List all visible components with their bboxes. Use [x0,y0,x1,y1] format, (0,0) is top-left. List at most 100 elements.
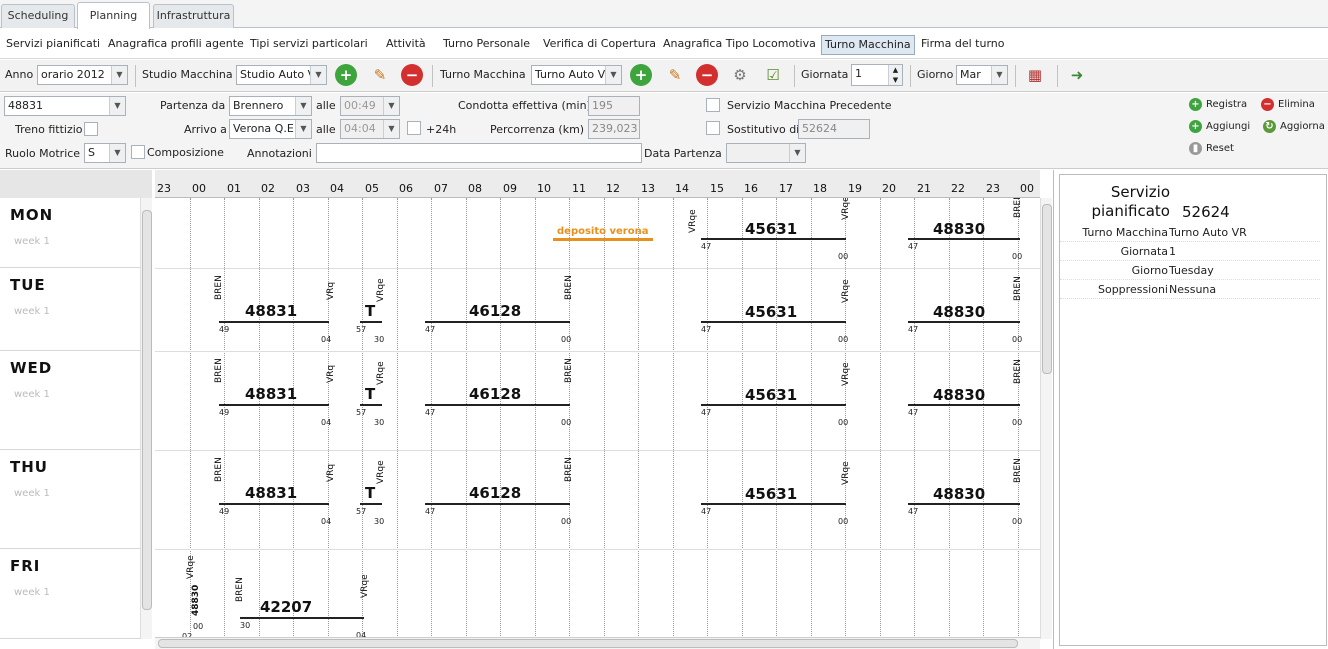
deposit-bar[interactable] [553,238,653,241]
composizione-checkbox[interactable] [131,145,145,159]
arrivo-select[interactable]: Verona Q.E ▼ [229,119,312,139]
tab-infrastruttura[interactable]: Infrastruttura [153,4,234,28]
giornata-spinner[interactable]: 1 ▲ ▼ [851,64,903,86]
menu-turno-personale[interactable]: Turno Personale [443,35,530,55]
menu-anagrafica-profili-agente[interactable]: Anagrafica profili agente [108,35,244,55]
train-bar[interactable] [219,321,329,323]
train-t[interactable]: T [365,385,375,403]
edit-turno-icon[interactable]: ✎ [664,64,686,86]
add-studio-icon[interactable]: + [335,64,357,86]
turno-select[interactable]: Turno Auto V ▼ [531,65,622,85]
menu-servizi-pianificati[interactable]: Servizi pianificati [6,35,100,55]
sostitutivo-field[interactable]: 52624 [798,119,870,139]
report-icon[interactable]: ▦ [1024,64,1046,86]
train-48830-vertical[interactable]: 48830 [191,585,201,616]
aggiorna-button[interactable]: ↻ Aggiorna [1263,118,1325,136]
train-form: 48831 ▼ Partenza da Brennero ▼ alle 00:49 ▼… [0,93,1328,169]
train-bar[interactable] [701,238,846,240]
elimina-button[interactable]: − Elimina [1261,96,1315,114]
scrollbar-thumb[interactable] [142,210,152,610]
edit-studio-icon[interactable]: ✎ [369,64,391,86]
delete-studio-icon[interactable]: − [401,64,423,86]
menu-anagrafica-tipo-locomotiva[interactable]: Anagrafica Tipo Locomotiva [663,35,816,55]
train-number-select[interactable]: 48831 ▼ [4,96,126,116]
train-45631[interactable]: 45631 [745,220,797,238]
data-partenza-select[interactable]: ▼ [726,143,806,163]
scrollbar-thumb[interactable] [158,639,1018,648]
add-turno-icon[interactable]: + [630,64,652,86]
gears-icon[interactable]: ⚙ [729,64,751,86]
train-bar[interactable] [908,404,1020,406]
percorrenza-field[interactable]: 239,023 [588,119,640,139]
delete-turno-icon[interactable]: − [696,64,718,86]
train-48830[interactable]: 48830 [933,220,985,238]
fittizio-checkbox[interactable] [84,122,98,136]
smp-checkbox[interactable] [706,98,720,112]
train-bar[interactable] [360,503,382,505]
grid-scrollbar[interactable] [1040,198,1052,639]
menu-firma-turno[interactable]: Firma del turno [921,35,1004,55]
day-name: MON [10,206,54,224]
train-t[interactable]: T [365,302,375,320]
add-icon: + [1189,97,1202,111]
train-bar[interactable] [219,503,329,505]
train-45631[interactable]: 45631 [745,386,797,404]
train-bar[interactable] [240,617,364,619]
train-48831[interactable]: 48831 [245,484,297,502]
train-bar[interactable] [360,404,382,406]
train-bar[interactable] [425,321,570,323]
day-scrollbar[interactable] [140,198,152,639]
train-bar[interactable] [219,404,329,406]
partenza-time-select[interactable]: 00:49 ▼ [340,96,400,116]
train-bar[interactable] [908,238,1020,240]
train-46128[interactable]: 46128 [469,484,521,502]
registra-label: Registra [1206,99,1248,110]
train-bar[interactable] [701,404,846,406]
train-46128[interactable]: 46128 [469,302,521,320]
anno-select[interactable]: orario 2012 ▼ [37,65,128,85]
registra-button[interactable]: + Registra [1189,96,1247,114]
hour-label: 00 [1020,182,1034,195]
arrivo-time-select[interactable]: 04:04 ▼ [340,119,400,139]
train-bar[interactable] [425,503,570,505]
train-48831[interactable]: 48831 [245,302,297,320]
partenza-select[interactable]: Brennero ▼ [229,96,312,116]
train-48830[interactable]: 48830 [933,303,985,321]
train-45631[interactable]: 45631 [745,485,797,503]
spinner-arrows-icon[interactable]: ▲ ▼ [888,65,902,85]
train-48831[interactable]: 48831 [245,385,297,403]
train-48830[interactable]: 48830 [933,386,985,404]
tab-planning[interactable]: Planning [77,2,150,29]
annotazioni-input[interactable] [316,143,642,163]
menu-attivita[interactable]: Attività [386,35,426,55]
train-42207[interactable]: 42207 [260,598,312,616]
train-bar[interactable] [701,321,846,323]
studio-select[interactable]: Studio Auto V ▼ [236,65,327,85]
ruolo-select[interactable]: S ▼ [84,143,126,163]
aggiungi-button[interactable]: + Aggiungi [1189,118,1250,136]
reset-button[interactable]: ▮ Reset [1189,140,1234,158]
week-label: week 1 [14,236,50,247]
sostitutivo-checkbox[interactable] [706,121,720,135]
train-45631[interactable]: 45631 [745,303,797,321]
condotta-field[interactable]: 195 [588,96,640,116]
train-bar[interactable] [908,321,1020,323]
checklist-icon[interactable]: ☑ [762,64,784,86]
tab-scheduling[interactable]: Scheduling [1,4,75,28]
timeline-hscroll[interactable] [155,637,1040,649]
menu-tipi-servizi-particolari[interactable]: Tipi servizi particolari [250,35,368,55]
train-bar[interactable] [360,321,382,323]
menu-verifica-copertura[interactable]: Verifica di Copertura [543,35,656,55]
train-t[interactable]: T [365,484,375,502]
train-bar[interactable] [425,404,570,406]
export-icon[interactable]: ➜ [1066,64,1088,86]
train-48830[interactable]: 48830 [933,485,985,503]
menu-turno-macchina[interactable]: Turno Macchina [821,35,915,55]
train-bar[interactable] [908,503,1020,505]
scrollbar-thumb[interactable] [1042,204,1052,374]
deposit-label[interactable]: deposito verona [557,226,648,237]
plus24-checkbox[interactable] [407,121,421,135]
train-46128[interactable]: 46128 [469,385,521,403]
train-bar[interactable] [701,503,846,505]
giorno-select[interactable]: Mar ▼ [956,65,1008,85]
